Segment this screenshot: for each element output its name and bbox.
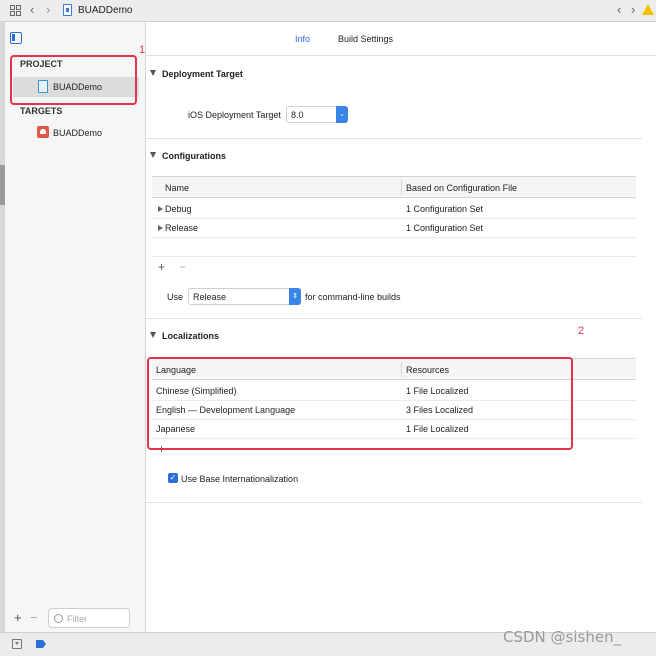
configurations-header[interactable]: Configurations <box>150 151 226 161</box>
config-file: 1 Configuration Set <box>406 204 484 214</box>
annotation-number-2: 2 <box>578 325 585 337</box>
filter-placeholder: Filter <box>67 614 87 624</box>
expand-triangle-icon[interactable] <box>158 225 163 231</box>
table-row[interactable]: Debug 1 Configuration Set <box>152 200 636 219</box>
base-internationalization-label: Use Base Internationalization <box>181 474 299 484</box>
use-suffix-label: for command-line builds <box>305 292 401 302</box>
expand-triangle-icon[interactable] <box>158 206 163 212</box>
command-line-config-select[interactable]: Release ⇕ <box>188 288 301 305</box>
column-divider <box>401 180 402 195</box>
remove-target-button[interactable]: − <box>30 610 38 625</box>
forward-arrow-icon[interactable]: › <box>46 2 50 17</box>
sidebar-item-target[interactable]: BUADDemo <box>13 123 139 143</box>
warning-triangle-icon[interactable] <box>642 4 654 15</box>
config-file: 1 Configuration Set <box>406 223 484 233</box>
sidebar-filter-field[interactable]: Filter <box>48 608 130 628</box>
breakpoint-icon[interactable] <box>36 640 46 648</box>
sidebar-toggle-icon[interactable] <box>10 32 22 44</box>
ios-deployment-target-select[interactable]: 8.0 ⌄ <box>286 106 348 123</box>
disclosure-triangle-icon <box>150 152 156 158</box>
window-title[interactable]: BUADDemo <box>78 5 132 16</box>
tab-build-settings[interactable]: Build Settings <box>338 34 393 44</box>
section-divider <box>146 138 642 139</box>
issue-previous-arrow-icon[interactable]: ‹ <box>617 2 621 17</box>
base-internationalization-checkbox[interactable]: ✓ <box>168 473 178 483</box>
table-header: Name Based on Configuration File <box>152 176 636 198</box>
column-header-name[interactable]: Name <box>165 183 189 193</box>
deployment-target-header[interactable]: Deployment Target <box>150 69 243 79</box>
remove-configuration-button[interactable]: − <box>179 260 186 274</box>
deployment-target-value: 8.0 <box>291 110 304 120</box>
project-targets-sidebar: PROJECT BUADDemo TARGETS BUADDemo + − Fi… <box>5 22 146 632</box>
targets-section-label: TARGETS <box>20 106 63 116</box>
command-line-config-value: Release <box>193 292 227 302</box>
column-header-config-file[interactable]: Based on Configuration File <box>406 183 517 193</box>
disclosure-triangle-icon <box>150 70 156 76</box>
top-navigation-bar: ‹ › BUADDemo ‹ › <box>0 0 656 22</box>
section-divider <box>146 318 642 319</box>
debug-area-toggle-icon[interactable] <box>12 639 22 649</box>
filter-icon <box>54 614 63 623</box>
config-name: Debug <box>158 204 192 214</box>
use-label: Use <box>167 292 184 302</box>
chevron-down-icon: ⌄ <box>336 106 348 123</box>
table-row[interactable]: Release 1 Configuration Set <box>152 219 636 238</box>
annotation-box-2 <box>147 357 573 450</box>
sidebar-item-label: BUADDemo <box>53 128 103 138</box>
editor-tab-bar: Info Build Settings <box>146 22 656 56</box>
annotation-box-1 <box>10 55 137 105</box>
configurations-table: Name Based on Configuration File Debug 1… <box>152 176 636 262</box>
back-arrow-icon[interactable]: ‹ <box>30 2 34 17</box>
annotation-number-1: 1 <box>139 44 146 56</box>
tab-info[interactable]: Info <box>295 34 310 44</box>
table-row <box>152 238 636 257</box>
project-file-icon <box>63 4 72 16</box>
related-items-grid-icon[interactable] <box>10 5 21 16</box>
ios-deployment-target-label: iOS Deployment Target <box>188 110 281 120</box>
app-target-icon <box>37 126 49 138</box>
section-divider <box>146 502 642 503</box>
add-configuration-button[interactable]: + <box>158 260 165 274</box>
config-name: Release <box>158 223 198 233</box>
watermark-text: CSDN @sishen_ <box>503 628 622 646</box>
localizations-header[interactable]: Localizations <box>150 331 219 341</box>
add-target-button[interactable]: + <box>14 610 22 625</box>
disclosure-triangle-icon <box>150 332 156 338</box>
issue-next-arrow-icon[interactable]: › <box>631 2 635 17</box>
chevron-updown-icon: ⇕ <box>289 288 301 305</box>
